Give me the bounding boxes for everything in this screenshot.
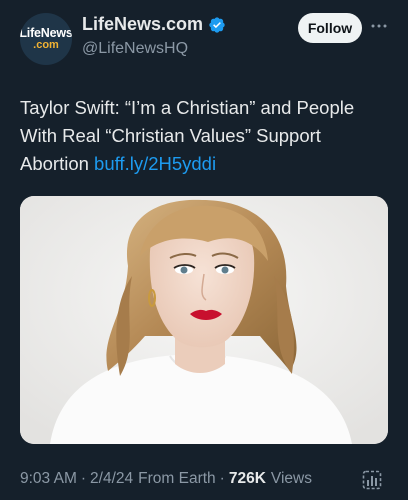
- views-label: Views: [270, 470, 312, 487]
- avatar[interactable]: LifeNews .com: [20, 13, 72, 65]
- tweet-date[interactable]: 2/4/24: [90, 470, 133, 488]
- display-name[interactable]: LifeNews.com: [82, 14, 203, 35]
- avatar-logo-line2: .com: [33, 39, 59, 51]
- separator: ·: [219, 470, 225, 487]
- views-count: 726K: [228, 470, 266, 487]
- portrait-photo: [20, 196, 388, 444]
- tweet-source: From Earth: [138, 470, 216, 487]
- tweet-header: LifeNews .com LifeNews.com @LifeNewsHQ F…: [0, 0, 408, 75]
- name-row: LifeNews.com: [82, 14, 226, 35]
- analytics-icon: [362, 470, 382, 490]
- tweet-link[interactable]: buff.ly/2H5yddi: [94, 153, 216, 174]
- tweet-text: Taylor Swift: “I’m a Christian” and Peop…: [20, 94, 392, 178]
- separator: ·: [80, 470, 87, 487]
- follow-button[interactable]: Follow: [298, 13, 362, 43]
- more-options-button[interactable]: [370, 17, 388, 35]
- analytics-button[interactable]: [361, 469, 383, 491]
- handle[interactable]: @LifeNewsHQ: [82, 40, 188, 58]
- tweet-time[interactable]: 9:03 AM: [20, 470, 77, 488]
- more-horizontal-icon: [371, 24, 387, 28]
- tweet-image[interactable]: [20, 196, 388, 444]
- verified-badge-icon: [209, 16, 225, 33]
- tweet-meta: 9:03 AM · 2/4/24 From Earth · 726K Views: [20, 470, 312, 488]
